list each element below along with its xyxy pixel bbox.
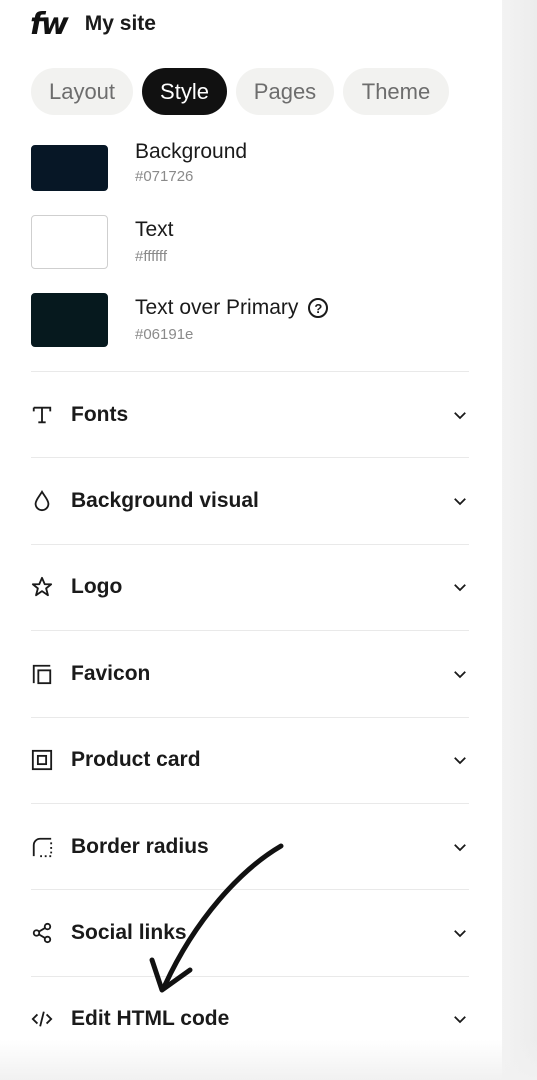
- section-label: Border radius: [71, 834, 209, 858]
- color-label-row: Text over Primary ?: [135, 296, 329, 320]
- border-radius-icon: [32, 837, 53, 857]
- section-label: Product card: [71, 748, 201, 772]
- chevron-down-icon: [454, 670, 466, 679]
- type-icon: [32, 406, 52, 423]
- section-product-card[interactable]: Product card: [31, 716, 469, 803]
- chevron-down-icon: [454, 757, 466, 765]
- tab-bar: Layout Style Pages Theme: [31, 68, 458, 115]
- color-label: Text over Primary: [135, 296, 299, 319]
- color-label: Background: [135, 140, 248, 163]
- tab-style[interactable]: Style: [142, 68, 227, 115]
- chevron-down-icon: [454, 411, 466, 419]
- section-label: Fonts: [71, 402, 129, 426]
- section-label: Background visual: [71, 489, 259, 513]
- section-social-links[interactable]: Social links: [31, 889, 469, 975]
- fw-logo[interactable]: fw: [30, 7, 69, 42]
- section-favicon[interactable]: Favicon: [31, 630, 469, 716]
- code-icon: [31, 1011, 53, 1027]
- favicon-icon: [32, 664, 52, 684]
- bottom-shadow: [0, 1040, 537, 1080]
- background-color-swatch[interactable]: [31, 145, 108, 191]
- tab-pages[interactable]: Pages: [236, 68, 334, 115]
- chevron-down-icon: [454, 584, 466, 592]
- color-hex: #071726: [135, 168, 194, 185]
- star-icon: [31, 577, 53, 597]
- section-background-visual[interactable]: Background visual: [31, 457, 469, 543]
- color-hex: #ffffff: [135, 248, 167, 265]
- section-logo[interactable]: Logo: [31, 543, 469, 630]
- page-preview-edge: [502, 0, 537, 1080]
- tab-layout[interactable]: Layout: [31, 68, 133, 115]
- text-over-primary-color-swatch[interactable]: [31, 293, 108, 347]
- tab-theme[interactable]: Theme: [343, 68, 449, 115]
- chevron-down-icon: [454, 498, 466, 506]
- site-name: My site: [84, 12, 156, 35]
- color-hex: #06191e: [135, 326, 194, 343]
- section-label: Logo: [71, 575, 123, 599]
- section-label: Social links: [71, 921, 187, 945]
- section-label: Favicon: [71, 661, 151, 685]
- section-fonts[interactable]: Fonts: [31, 371, 469, 457]
- chevron-down-icon: [454, 930, 466, 938]
- text-color-swatch[interactable]: [31, 215, 108, 269]
- header: fw My site: [30, 4, 156, 44]
- section-label: Edit HTML code: [71, 1007, 230, 1031]
- chevron-down-icon: [454, 843, 466, 851]
- color-label: Text: [135, 218, 174, 241]
- chevron-down-icon: [454, 1016, 466, 1024]
- product-card-icon: [31, 750, 53, 771]
- share-icon: [32, 922, 52, 944]
- settings-sections: Fonts Background visual Logo Favicon Pro…: [31, 371, 469, 1062]
- style-panel: fw My site Layout Style Pages Theme Back…: [0, 0, 502, 1080]
- question-circle-icon[interactable]: ?: [308, 298, 329, 318]
- section-border-radius[interactable]: Border radius: [31, 802, 469, 889]
- drop-icon: [34, 490, 50, 512]
